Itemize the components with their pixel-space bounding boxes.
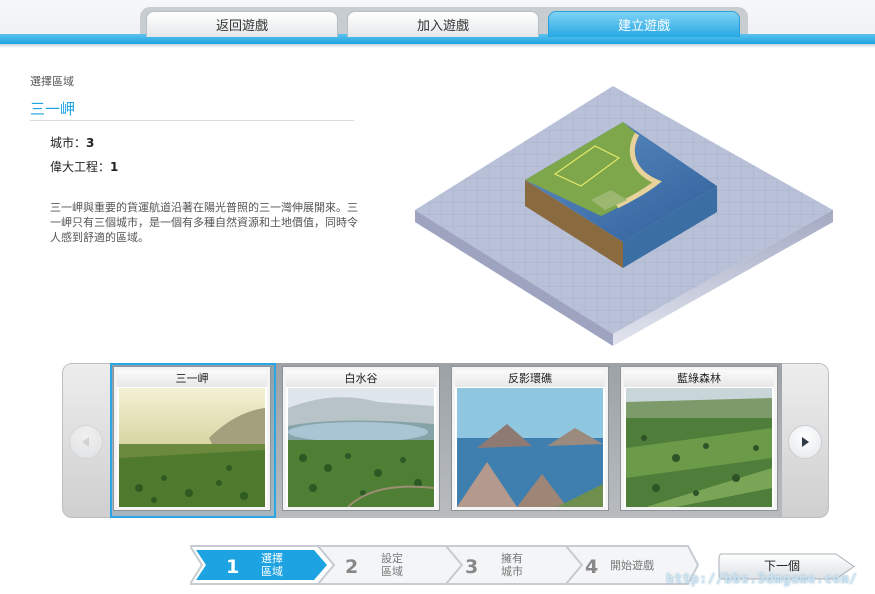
region-card-trinity-point[interactable]: 三一岬 bbox=[114, 367, 270, 510]
tab-bar-shadow bbox=[0, 44, 875, 48]
tab-create-game[interactable]: 建立遊戲 bbox=[548, 11, 740, 37]
region-card-white-water-valley[interactable]: 白水谷 bbox=[283, 367, 439, 510]
section-label: 選擇區域 bbox=[30, 75, 74, 88]
title-divider bbox=[30, 120, 354, 121]
carousel-prev-button[interactable] bbox=[69, 425, 103, 459]
region-card-name: 藍綠森林 bbox=[624, 370, 774, 387]
step-2-number: 2 bbox=[345, 556, 359, 578]
region-title: 三一岬 bbox=[30, 100, 76, 118]
stat-cities-label: 城市： bbox=[50, 136, 87, 150]
step-3-label: 擁有 城市 bbox=[501, 552, 523, 578]
step-2-label-line2: 區域 bbox=[381, 565, 403, 578]
carousel-next-button[interactable] bbox=[788, 425, 822, 459]
step-2-label: 設定 區域 bbox=[381, 552, 403, 578]
step-4-number: 4 bbox=[585, 556, 599, 578]
step-4-label: 開始遊戲 bbox=[610, 559, 654, 572]
region-card-name: 反影環礁 bbox=[455, 370, 605, 387]
chevron-right-icon bbox=[802, 437, 809, 447]
stat-cities-value: 3 bbox=[86, 136, 95, 150]
region-card-thumbnail bbox=[288, 388, 434, 507]
watermark: http://bbs.3dmgame.com/ bbox=[666, 572, 858, 587]
region-card-thumbnail bbox=[119, 388, 265, 507]
step-3-label-line2: 城市 bbox=[501, 565, 523, 578]
step-3-label-line1: 擁有 bbox=[501, 552, 523, 565]
stat-great-works-label: 偉大工程： bbox=[50, 160, 111, 174]
step-1-label: 選擇 區域 bbox=[261, 552, 283, 578]
stat-great-works-value: 1 bbox=[110, 160, 119, 174]
step-2-label-line1: 設定 bbox=[381, 552, 403, 565]
chevron-left-icon bbox=[82, 437, 89, 447]
region-description: 三一岬與重要的貨運航道沿著在陽光普照的三一灣伸展開來。三一岬只有三個城市，是一個… bbox=[50, 201, 358, 244]
region-card-thumbnail bbox=[626, 388, 772, 507]
step-3-number: 3 bbox=[465, 556, 479, 578]
stat-cities: 城市：3 bbox=[50, 134, 94, 151]
region-preview-map bbox=[415, 86, 833, 346]
region-card-thumbnail bbox=[457, 388, 603, 507]
region-card-reflection-atoll[interactable]: 反影環礁 bbox=[452, 367, 608, 510]
tab-join-game[interactable]: 加入遊戲 bbox=[347, 11, 539, 37]
step-1-number: 1 bbox=[226, 556, 240, 578]
region-card-name: 白水谷 bbox=[286, 370, 436, 387]
stat-great-works: 偉大工程：1 bbox=[50, 158, 118, 175]
region-card-name: 三一岬 bbox=[117, 370, 267, 387]
step-1-label-line2: 區域 bbox=[261, 565, 283, 578]
region-card-blue-green-forest[interactable]: 藍綠森林 bbox=[621, 367, 777, 510]
tab-return-to-game[interactable]: 返回遊戲 bbox=[146, 11, 338, 37]
step-1-label-line1: 選擇 bbox=[261, 552, 283, 565]
